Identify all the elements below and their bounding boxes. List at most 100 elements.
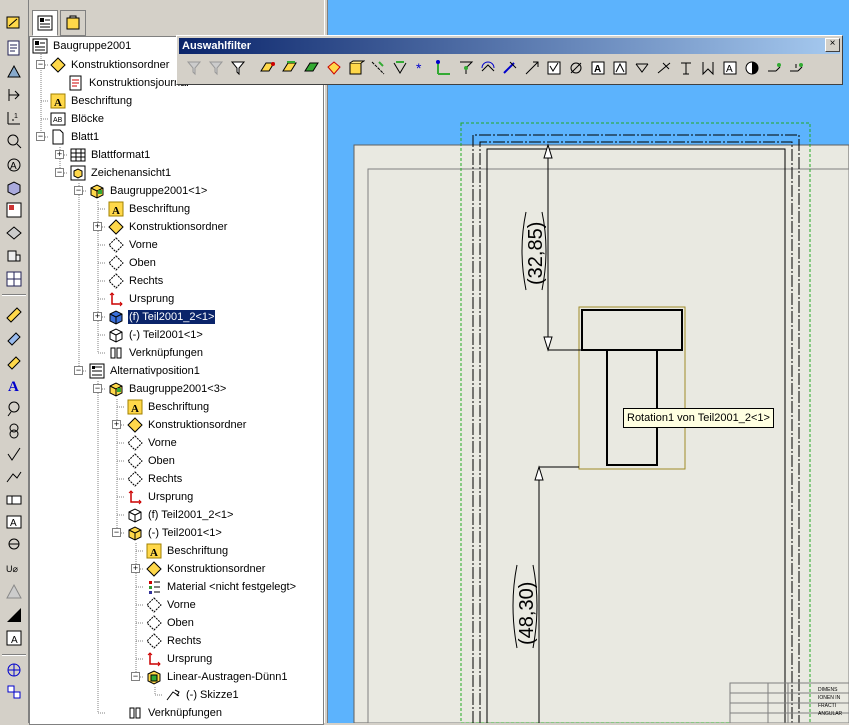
- collapse-toggle[interactable]: −: [74, 186, 83, 195]
- filter-connection-points-icon[interactable]: [785, 57, 807, 79]
- cube-view-icon[interactable]: [4, 178, 24, 198]
- tab-property-manager[interactable]: [60, 10, 86, 36]
- filter-cosmetic-threads-icon[interactable]: [675, 57, 697, 79]
- tree-item[interactable]: Blatt1: [50, 128, 100, 146]
- smart-dimension-icon[interactable]: [4, 13, 24, 33]
- filter-balloons-icon[interactable]: A: [719, 57, 741, 79]
- auto-balloon-icon[interactable]: [4, 352, 24, 372]
- collapse-toggle[interactable]: −: [112, 528, 121, 537]
- tree-item[interactable]: AB Blöcke: [50, 110, 105, 128]
- note-icon[interactable]: A: [4, 155, 24, 175]
- tree-item[interactable]: Material <nicht festgelegt>: [146, 578, 297, 596]
- tree-item[interactable]: Konstruktionsordner: [108, 218, 228, 236]
- filter-axes-icon[interactable]: [367, 57, 389, 79]
- tree-item[interactable]: Vorne: [146, 596, 197, 614]
- align-icon[interactable]: [4, 85, 24, 105]
- model-items-icon[interactable]: [4, 38, 24, 58]
- tree-item[interactable]: Rechts: [127, 470, 183, 488]
- filter-notes-icon[interactable]: A: [587, 57, 609, 79]
- dimension-top-value[interactable]: (32,85): [525, 222, 547, 285]
- tree-item[interactable]: Konstruktionsjournal: [68, 74, 190, 92]
- centerline-icon[interactable]: [4, 682, 24, 702]
- surface-finish-icon[interactable]: [4, 444, 24, 464]
- filter-surface-bodies-icon[interactable]: [323, 57, 345, 79]
- filter-center-marks-icon[interactable]: [477, 57, 499, 79]
- expand-toggle[interactable]: +: [55, 150, 64, 159]
- tree-item[interactable]: Konstruktionsordner: [127, 416, 247, 434]
- tree-item-root[interactable]: Baugruppe2001: [32, 37, 132, 55]
- tree-item[interactable]: Verknüpfungen: [127, 704, 223, 722]
- filter-hatch-icon[interactable]: [741, 57, 763, 79]
- filter-solid-bodies-icon[interactable]: [345, 57, 367, 79]
- tree-item[interactable]: (-) Teil2001<1>: [108, 326, 204, 344]
- collapse-toggle[interactable]: −: [93, 384, 102, 393]
- tree-item[interactable]: A Beschriftung: [127, 398, 210, 416]
- tree-item[interactable]: Ursprung: [146, 650, 213, 668]
- tree-item[interactable]: Oben: [108, 254, 157, 272]
- filter-geometric-tolerance-icon[interactable]: [565, 57, 587, 79]
- graphics-area[interactable]: (32,85) (48,30) DIMENS IONEN IN FRACTI A…: [328, 0, 849, 723]
- filter-dimensions-icon[interactable]: [521, 57, 543, 79]
- select-all-filters-icon[interactable]: [227, 57, 249, 79]
- collapse-toggle[interactable]: −: [74, 366, 83, 375]
- section-view-icon[interactable]: [4, 223, 24, 243]
- projected-view-icon[interactable]: [4, 200, 24, 220]
- tree-item[interactable]: Oben: [146, 614, 195, 632]
- filter-faces-icon[interactable]: [301, 57, 323, 79]
- weld-symbol-icon[interactable]: [4, 467, 24, 487]
- tree-item[interactable]: Vorne: [108, 236, 159, 254]
- filter-datum-targets-icon[interactable]: [653, 57, 675, 79]
- balloon-icon[interactable]: [4, 328, 24, 348]
- filter-blocks-icon[interactable]: [697, 57, 719, 79]
- filter-sketch-points-icon[interactable]: *: [411, 57, 433, 79]
- warning-icon[interactable]: [4, 582, 24, 602]
- collapse-toggle[interactable]: −: [55, 168, 64, 177]
- tree-item[interactable]: Oben: [127, 452, 176, 470]
- tree-item[interactable]: Blattformat1: [70, 146, 151, 164]
- expand-toggle[interactable]: +: [93, 222, 102, 231]
- tree-item[interactable]: Baugruppe2001<3>: [108, 380, 227, 398]
- center-mark-icon[interactable]: [4, 660, 24, 680]
- filter-weld-symbols-icon[interactable]: [631, 57, 653, 79]
- tree-item[interactable]: Linear-Austragen-Dünn1: [146, 668, 288, 686]
- text-icon[interactable]: A: [4, 375, 24, 395]
- tree-item[interactable]: (f) Teil2001_2<1>: [127, 506, 234, 524]
- block-icon[interactable]: A: [4, 628, 24, 648]
- move-icon[interactable]: [4, 62, 24, 82]
- collapse-toggle[interactable]: −: [36, 132, 45, 141]
- collapse-toggle[interactable]: −: [36, 60, 45, 69]
- filter-sketch-segments-icon[interactable]: [433, 57, 455, 79]
- expand-toggle[interactable]: +: [112, 420, 121, 429]
- filter-cosmetic-icon[interactable]: [763, 57, 785, 79]
- tree-item[interactable]: Konstruktionsordner: [50, 56, 170, 74]
- filter-midpoints-icon[interactable]: [455, 57, 477, 79]
- tree-item[interactable]: Zeichenansicht1: [70, 164, 172, 182]
- toggle-filter-icon[interactable]: [183, 57, 205, 79]
- collapse-toggle[interactable]: −: [131, 672, 140, 681]
- tree-item[interactable]: A Beschriftung: [108, 200, 191, 218]
- filter-surface-finish-icon[interactable]: [543, 57, 565, 79]
- stacked-balloon-icon[interactable]: [4, 421, 24, 441]
- close-icon[interactable]: ×: [825, 38, 840, 52]
- tree-item[interactable]: Baugruppe2001<1>: [89, 182, 208, 200]
- datum-target-icon[interactable]: [4, 535, 24, 555]
- filter-edges-icon[interactable]: [279, 57, 301, 79]
- filter-centerline-icon[interactable]: [499, 57, 521, 79]
- search-view-icon[interactable]: [4, 131, 24, 151]
- tab-feature-tree[interactable]: [32, 10, 58, 36]
- dimension-bottom-value[interactable]: (48,30): [516, 582, 538, 645]
- area-hatch-icon[interactable]: [4, 605, 24, 625]
- filter-planes-icon[interactable]: [389, 57, 411, 79]
- tree-item[interactable]: Rechts: [108, 272, 164, 290]
- selection-filter-title[interactable]: Auswahlfilter: [179, 38, 840, 54]
- ruler-icon[interactable]: [4, 305, 24, 325]
- break-view-icon[interactable]: [4, 269, 24, 289]
- balloon-number-icon[interactable]: [4, 398, 24, 418]
- ordinate-icon[interactable]: 1: [4, 108, 24, 128]
- detail-view-icon[interactable]: [4, 246, 24, 266]
- geometric-tolerance-icon[interactable]: [4, 490, 24, 510]
- filter-vertices-icon[interactable]: [257, 57, 279, 79]
- expand-toggle[interactable]: +: [131, 564, 140, 573]
- hole-callout-icon[interactable]: U⌀: [4, 558, 24, 578]
- tree-item[interactable]: Rechts: [146, 632, 202, 650]
